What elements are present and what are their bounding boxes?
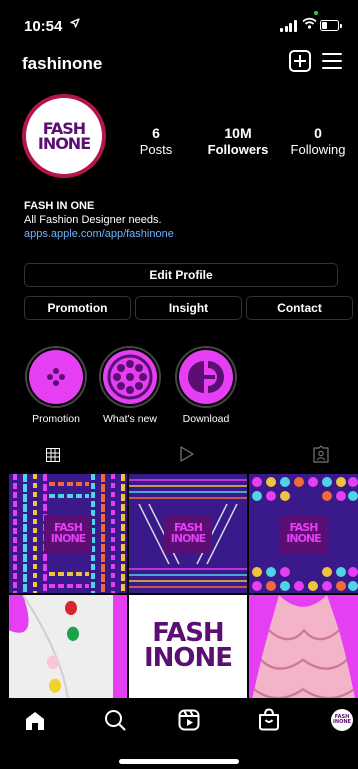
shopping-bag-icon[interactable] (258, 708, 280, 731)
post-thumbnail[interactable] (9, 595, 127, 714)
grid-icon[interactable] (46, 448, 60, 462)
post-logo: FASH INONE (44, 514, 92, 553)
contact-button[interactable]: Contact (246, 296, 353, 320)
highlight-download[interactable]: Download (173, 346, 239, 425)
plus-square-icon[interactable] (289, 50, 311, 72)
profile-bio: FASH IN ONE All Fashion Designer needs. … (24, 199, 174, 241)
post-logo: FASH INONE (164, 514, 212, 553)
highlight-label: Download (182, 413, 230, 425)
avatar[interactable]: FASH INONE (22, 94, 106, 178)
privacy-indicator-dot (314, 11, 318, 15)
post-thumbnail[interactable]: FASH INONE (129, 474, 247, 593)
highlight-whats-new[interactable]: What's new (97, 346, 163, 425)
search-icon[interactable] (104, 709, 126, 731)
profile-avatar-icon[interactable]: FASH INONE (331, 709, 353, 731)
play-icon[interactable] (180, 446, 194, 462)
large-logo: FASH INONE (143, 617, 233, 673)
cellular-signal-icon (280, 20, 297, 32)
insight-button[interactable]: Insight (135, 296, 242, 320)
profile-name: FASH IN ONE (24, 200, 95, 212)
highlight-promotion[interactable]: Promotion (23, 346, 89, 425)
status-bar: 10:54 (0, 0, 358, 44)
profile-username[interactable]: fashinone (22, 54, 102, 74)
profile-tabs (0, 444, 358, 468)
edit-profile-button[interactable]: Edit Profile (24, 263, 338, 287)
battery-icon (320, 20, 342, 31)
profile-header: fashinone (0, 48, 358, 78)
highlight-label: What's new (103, 413, 157, 425)
bio-link[interactable]: apps.apple.com/app/fashinone (24, 227, 174, 241)
reels-icon[interactable] (178, 709, 200, 731)
download-logo-icon (188, 361, 224, 393)
bio-text: All Fashion Designer needs. (24, 214, 162, 226)
home-indicator (119, 759, 239, 764)
button-four-holes-icon (47, 368, 65, 386)
hamburger-menu-icon[interactable] (322, 53, 342, 69)
location-arrow-icon (70, 18, 80, 28)
post-thumbnail[interactable] (249, 595, 358, 714)
battery-fill (322, 22, 328, 29)
promotion-button[interactable]: Promotion (24, 296, 131, 320)
wifi-icon (302, 17, 317, 29)
pink-ruffle-dress-image (249, 595, 358, 714)
stat-following[interactable]: 0 Following (291, 125, 346, 157)
bottom-navigation: FASH INONE (0, 698, 358, 744)
stat-posts[interactable]: 6 Posts (140, 125, 173, 157)
home-icon[interactable] (24, 710, 46, 732)
stat-followers[interactable]: 10M Followers (208, 125, 269, 157)
button-many-holes-icon (107, 354, 153, 400)
garment-buttons-image (9, 595, 127, 714)
posts-grid: FASH INONE FASH INONE FASH INONE FASH IN… (0, 474, 358, 714)
post-logo: FASH INONE (279, 514, 328, 553)
post-thumbnail[interactable]: FASH INONE (9, 474, 127, 593)
highlight-label: Promotion (32, 413, 80, 425)
tagged-person-icon[interactable] (313, 445, 329, 463)
post-thumbnail[interactable]: FASH INONE (249, 474, 358, 593)
avatar-logo: FASH INONE (26, 98, 102, 174)
status-time: 10:54 (24, 18, 63, 35)
post-thumbnail[interactable]: FASH INONE (129, 595, 247, 714)
avatar-logo-text: FASH INONE (37, 118, 91, 153)
